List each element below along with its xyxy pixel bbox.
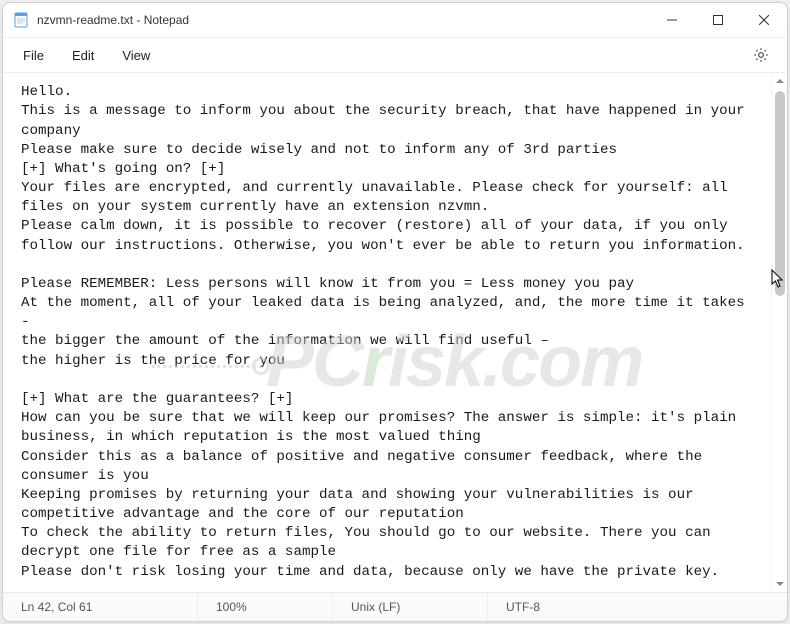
editor-area: Hello. This is a message to inform you a…: [3, 73, 787, 591]
vertical-scrollbar[interactable]: [771, 73, 787, 591]
titlebar[interactable]: nzvmn-readme.txt - Notepad: [3, 3, 787, 38]
maximize-button[interactable]: [695, 3, 741, 37]
scrollbar-thumb[interactable]: [775, 91, 785, 296]
statusbar: Ln 42, Col 61 100% Unix (LF) UTF-8: [3, 592, 787, 621]
close-button[interactable]: [741, 3, 787, 37]
status-zoom: 100%: [198, 593, 333, 621]
notepad-icon: [13, 12, 29, 28]
status-line-ending: Unix (LF): [333, 593, 488, 621]
menu-edit[interactable]: Edit: [58, 42, 108, 69]
notepad-window: nzvmn-readme.txt - Notepad File Edit Vie…: [2, 2, 788, 622]
text-editor[interactable]: Hello. This is a message to inform you a…: [3, 73, 771, 591]
window-title: nzvmn-readme.txt - Notepad: [37, 13, 189, 27]
settings-button[interactable]: [745, 39, 777, 71]
scroll-down-icon[interactable]: [772, 576, 788, 592]
minimize-button[interactable]: [649, 3, 695, 37]
status-encoding: UTF-8: [488, 593, 787, 621]
menubar: File Edit View: [3, 38, 787, 73]
scroll-up-icon[interactable]: [772, 73, 788, 89]
menu-view[interactable]: View: [108, 42, 164, 69]
window-controls: [649, 3, 787, 37]
status-position: Ln 42, Col 61: [3, 593, 198, 621]
menu-file[interactable]: File: [9, 42, 58, 69]
